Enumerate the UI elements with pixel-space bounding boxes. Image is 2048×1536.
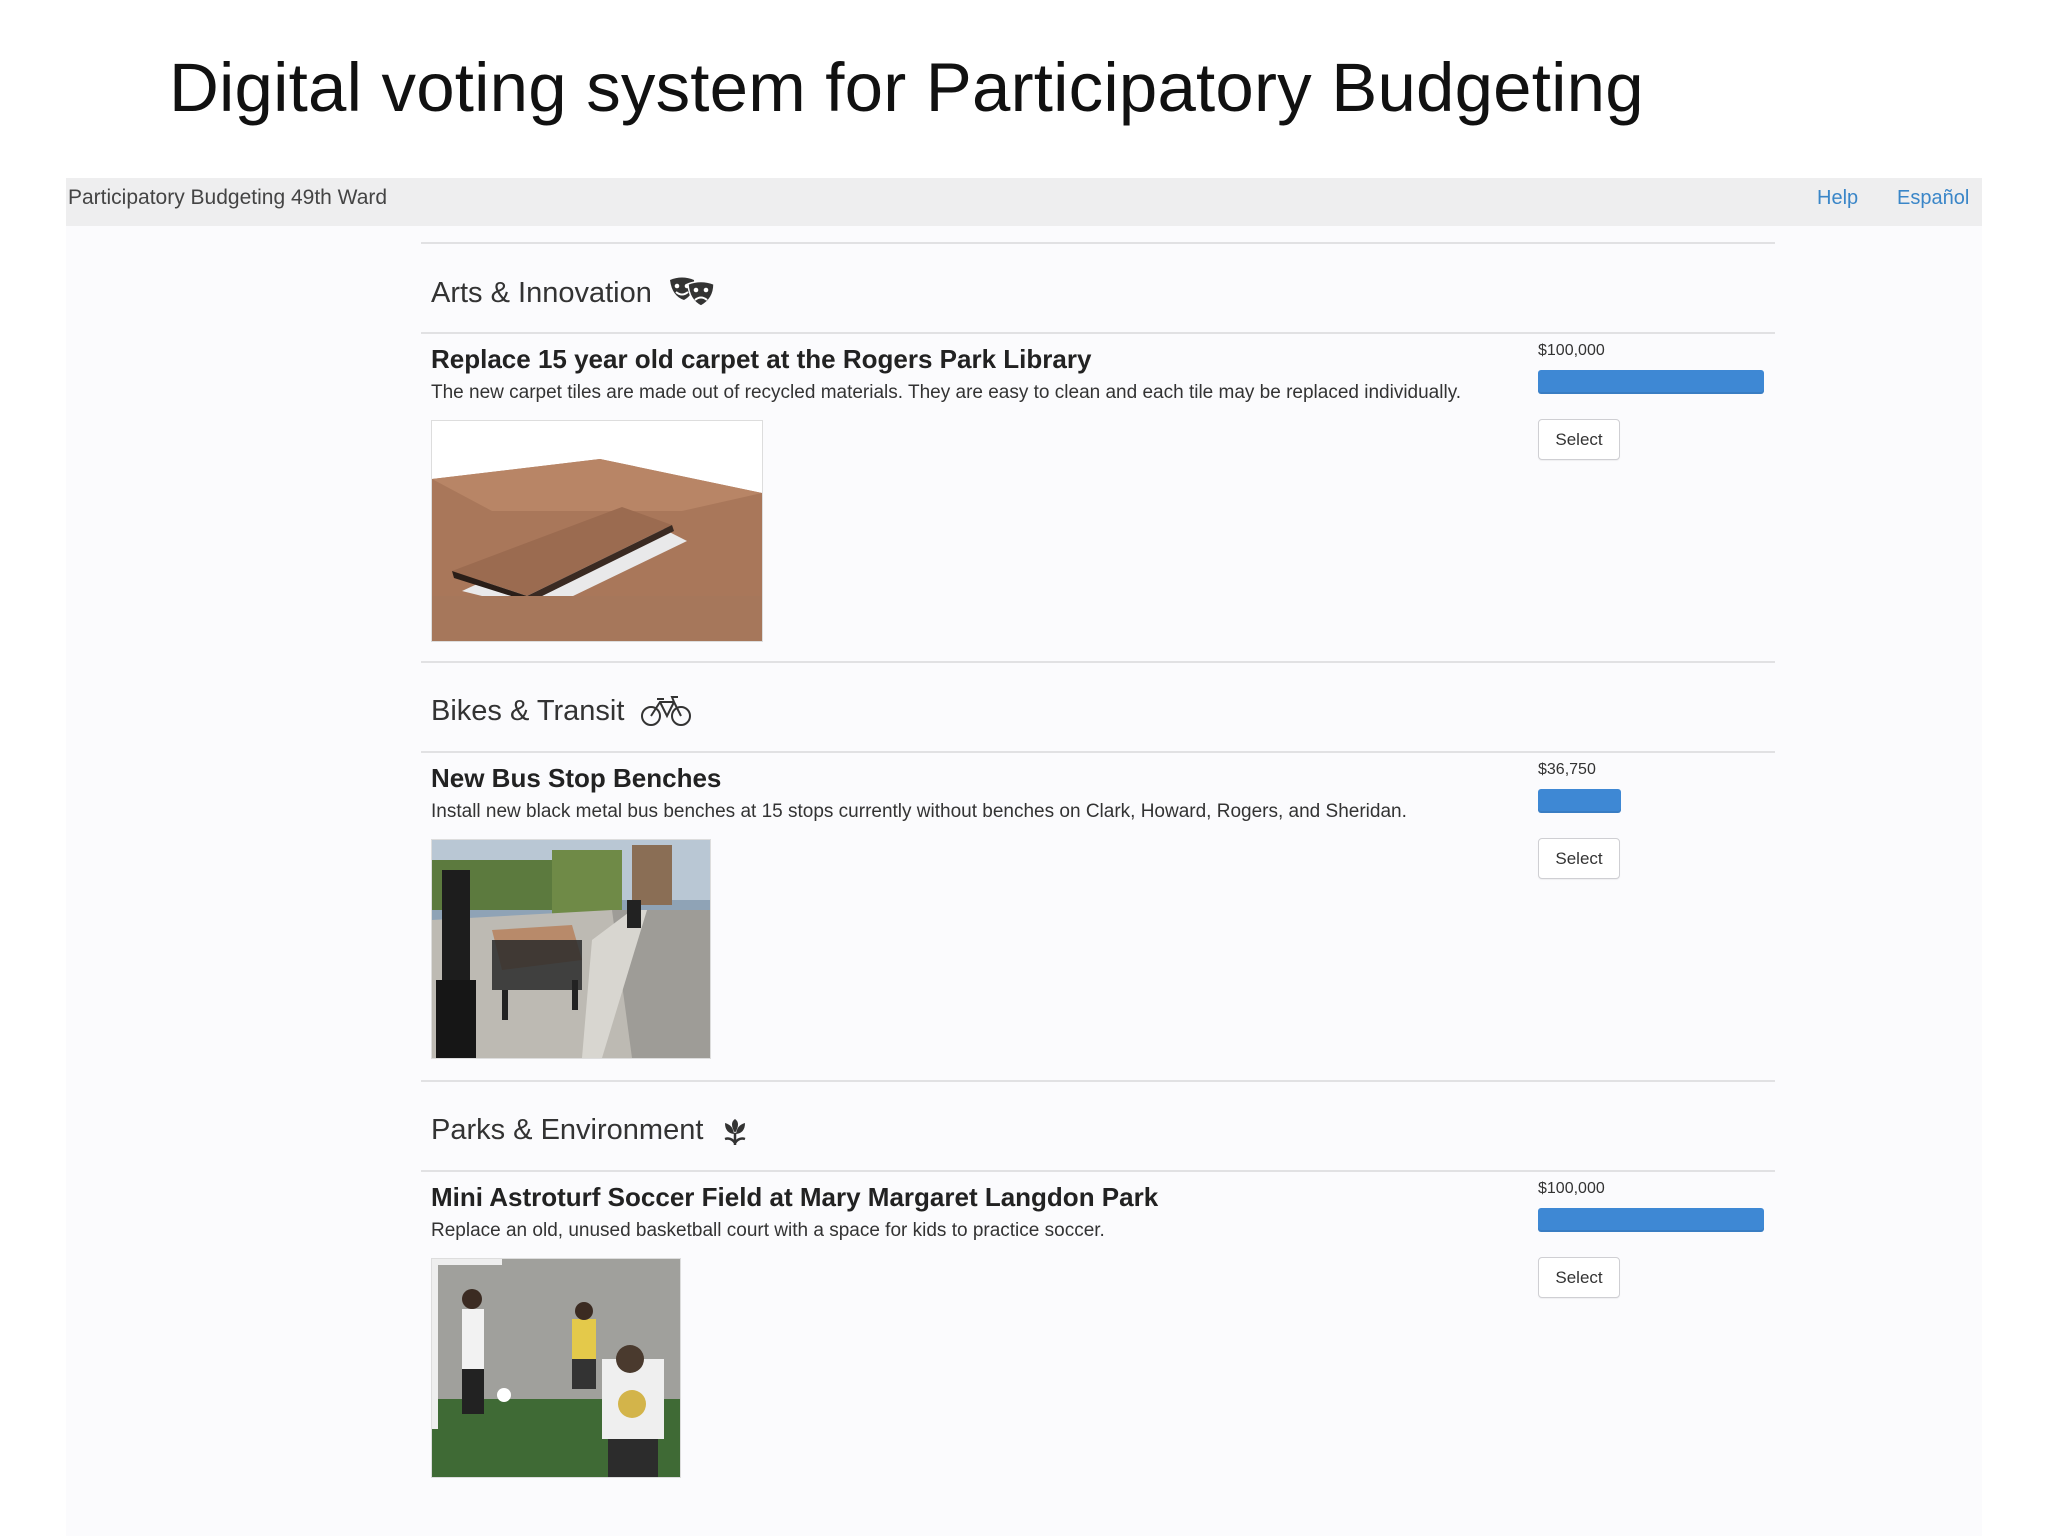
cost-bar <box>1538 1208 1764 1232</box>
slide-title: Digital voting system for Participatory … <box>169 49 1644 126</box>
language-link[interactable]: Español <box>1897 187 1969 210</box>
project-description: Install new black metal bus benches at 1… <box>431 801 1407 822</box>
section-header-arts: Arts & Innovation <box>421 244 1775 332</box>
theater-masks-icon <box>668 276 716 310</box>
cost-bar <box>1538 789 1764 813</box>
project-title: Replace 15 year old carpet at the Rogers… <box>431 344 1092 374</box>
section-title: Parks & Environment <box>431 1114 704 1146</box>
project-description: The new carpet tiles are made out of rec… <box>431 382 1462 403</box>
project-cost: $100,000 <box>1538 1180 1605 1197</box>
carpet-tiles-photo <box>431 420 763 642</box>
select-button[interactable]: Select <box>1538 1257 1620 1298</box>
project-title: Mini Astroturf Soccer Field at Mary Marg… <box>431 1182 1159 1212</box>
project-description: Replace an old, unused basketball court … <box>431 1220 1105 1241</box>
section-header-parks: Parks & Environment <box>421 1082 1775 1170</box>
project-cost: $36,750 <box>1538 761 1596 778</box>
browser-page: Participatory Budgeting 49th Ward Help E… <box>66 178 1982 1536</box>
project-title: New Bus Stop Benches <box>431 763 722 793</box>
bus-bench-photo <box>431 839 711 1059</box>
top-navbar: Participatory Budgeting 49th Ward Help E… <box>66 178 1982 226</box>
section-header-bikes: Bikes & Transit <box>421 663 1775 751</box>
site-brand[interactable]: Participatory Budgeting 49th Ward <box>68 186 387 210</box>
soccer-field-photo <box>431 1258 681 1478</box>
select-button[interactable]: Select <box>1538 838 1620 879</box>
bicycle-icon <box>640 695 692 728</box>
project-card: New Bus Stop Benches Install new black m… <box>421 753 1775 1080</box>
tulip-icon <box>719 1115 751 1147</box>
cost-bar-fill <box>1538 370 1764 394</box>
project-card: Mini Astroturf Soccer Field at Mary Marg… <box>421 1172 1775 1499</box>
help-link[interactable]: Help <box>1817 187 1858 210</box>
project-card: Replace 15 year old carpet at the Rogers… <box>421 334 1775 661</box>
section-title: Bikes & Transit <box>431 695 625 727</box>
select-button[interactable]: Select <box>1538 419 1620 460</box>
cost-bar-fill <box>1538 1208 1764 1232</box>
section-title: Arts & Innovation <box>431 276 652 309</box>
ballot-list: Arts & Innovation Replace 15 year old ca… <box>421 242 1775 1499</box>
cost-bar <box>1538 370 1764 394</box>
project-cost: $100,000 <box>1538 342 1605 359</box>
cost-bar-fill <box>1538 789 1622 813</box>
